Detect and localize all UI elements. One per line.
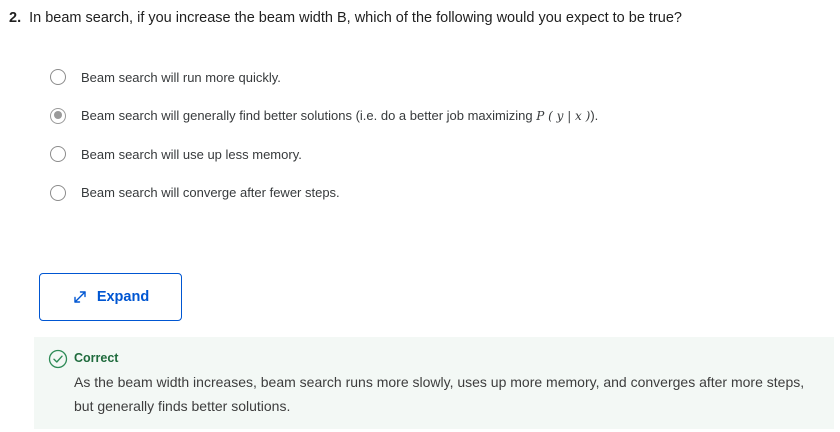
feedback-status: Correct [74, 351, 119, 365]
check-circle-icon [48, 349, 68, 369]
expand-button[interactable]: Expand [39, 273, 182, 321]
expand-button-label: Expand [96, 289, 150, 305]
option-label-text: Beam search will generally find better s… [81, 108, 537, 123]
radio-button[interactable] [50, 184, 66, 201]
option-label: Beam search will generally find better s… [81, 108, 598, 123]
option-math: P ( y | x ) [536, 109, 591, 123]
option-less-memory[interactable]: Beam search will use up less memory. [50, 143, 598, 165]
question-text: In beam search, if you increase the beam… [29, 10, 682, 26]
option-fewer-steps[interactable]: Beam search will converge after fewer st… [50, 182, 598, 204]
feedback-explanation: As the beam width increases, beam search… [74, 374, 805, 414]
option-run-more-quickly[interactable]: Beam search will run more quickly. [50, 66, 598, 88]
option-label: Beam search will converge after fewer st… [81, 185, 340, 200]
question-prompt: 2. In beam search, if you increase the be… [9, 8, 682, 28]
option-better-solutions[interactable]: Beam search will generally find better s… [50, 105, 598, 127]
answer-options: Beam search will run more quickly. Beam … [50, 66, 598, 220]
feedback-panel: Correct As the beam width increases, bea… [34, 337, 834, 429]
radio-button-selected[interactable] [50, 107, 66, 124]
option-label: Beam search will use up less memory. [81, 146, 302, 162]
radio-button[interactable] [50, 69, 66, 85]
option-label-suffix: ). [590, 108, 599, 123]
option-label: Beam search will run more quickly. [81, 69, 281, 85]
question-number: 2. [9, 10, 22, 26]
expand-arrows-icon [74, 291, 86, 303]
radio-button[interactable] [50, 146, 66, 162]
